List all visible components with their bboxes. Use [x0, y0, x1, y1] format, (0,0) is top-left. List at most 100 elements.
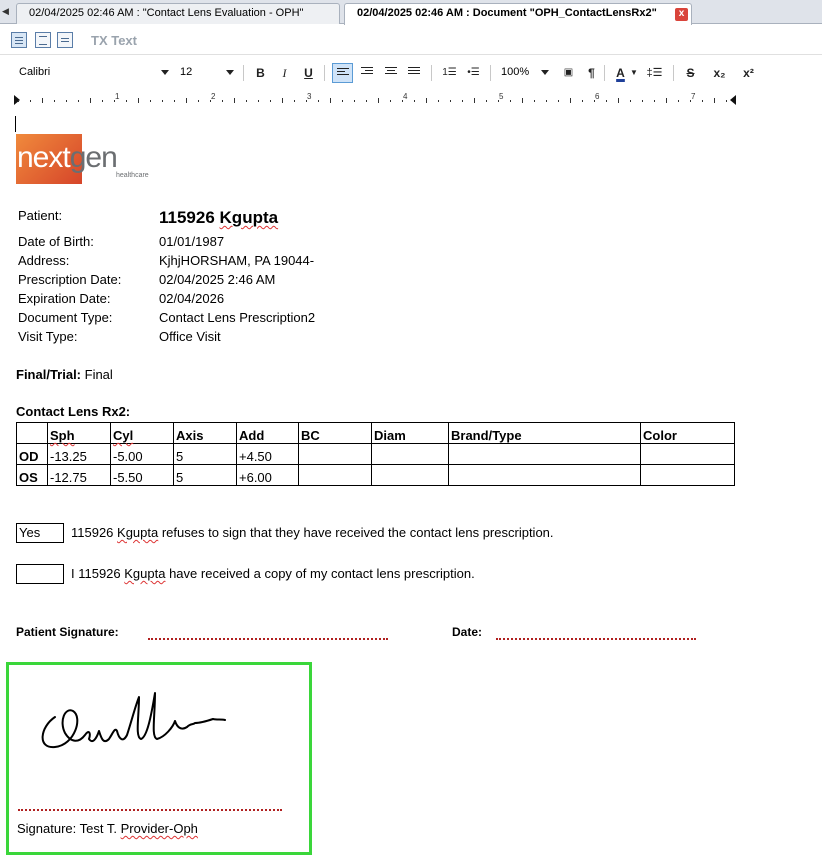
ruler-tick: [318, 100, 319, 102]
ruler-tick: [558, 100, 559, 102]
table-header-row: Sph Cyl Axis Add BC Diam Brand/Type Colo…: [16, 422, 735, 444]
toolbar-divider: [604, 65, 605, 81]
ruler-tick: [354, 100, 355, 102]
strikethrough-button[interactable]: S: [680, 63, 701, 83]
ruler-tick: [402, 100, 403, 102]
bold-button[interactable]: B: [250, 63, 271, 83]
ruler-tick: [42, 98, 43, 103]
ruler-tick: [630, 100, 631, 102]
underline-button[interactable]: U: [298, 63, 319, 83]
ruler-number: 6: [595, 92, 600, 101]
tx-text-label: TX Text: [91, 33, 137, 48]
patient-label: Patient:: [18, 208, 63, 223]
page-layout-icon: ▣: [563, 67, 574, 78]
align-left-button[interactable]: [332, 63, 353, 83]
justify-icon: [408, 67, 420, 78]
address-label: Address:: [18, 253, 70, 268]
ruler-tick: [666, 98, 667, 103]
ruler-tick: [450, 100, 451, 102]
font-family-select[interactable]: Calibri: [14, 63, 172, 82]
ruler-tick: [282, 98, 283, 103]
chevron-down-icon: [541, 70, 549, 75]
ruler-tick: [726, 100, 727, 102]
table-cell: [371, 443, 449, 465]
right-indent-marker-icon[interactable]: [730, 95, 736, 105]
view-mode-bar: TX Text: [0, 25, 822, 55]
handwritten-signature-image: [41, 692, 226, 749]
ruler-tick: [198, 100, 199, 102]
ruler-tick: [690, 100, 691, 102]
font-color-dropdown[interactable]: ▼: [629, 63, 639, 83]
received-copy-field[interactable]: [16, 564, 64, 584]
ruler-tick: [126, 100, 127, 102]
close-tab-icon[interactable]: x: [675, 8, 688, 21]
superscript-button[interactable]: x²: [738, 63, 759, 83]
table-header: Cyl: [110, 422, 174, 444]
ruler-tick: [90, 98, 91, 103]
date-line[interactable]: [496, 638, 696, 640]
ruler-tick: [18, 100, 19, 102]
tab-contact-lens-evaluation[interactable]: 02/04/2025 02:46 AM : "Contact Lens Eval…: [16, 3, 340, 24]
font-color-button[interactable]: A: [610, 63, 631, 83]
ruler-tick: [594, 100, 595, 102]
bulleted-list-button[interactable]: •☰: [463, 63, 484, 83]
patient-signature-line[interactable]: [148, 638, 388, 640]
tab-scroll-left-icon[interactable]: ◀: [2, 4, 12, 18]
normal-view-icon[interactable]: [57, 32, 73, 48]
numbered-list-button[interactable]: 1☰: [439, 63, 460, 83]
align-center-button[interactable]: [381, 63, 402, 83]
header-footer-view-icon[interactable]: [35, 32, 51, 48]
table-row: OS -12.75 -5.50 5 +6.00: [16, 464, 735, 486]
ruler-tick: [510, 100, 511, 102]
table-cell: OS: [16, 464, 48, 486]
document-tab-strip: ◀ 02/04/2025 02:46 AM : "Contact Lens Ev…: [0, 0, 822, 25]
provider-signature-box[interactable]: Signature: Test T. Provider-Oph: [6, 662, 312, 855]
ruler-tick: [114, 100, 115, 102]
patient-name: 115926 Kgupta: [159, 208, 279, 227]
table-cell: [640, 464, 735, 486]
ruler-tick: [426, 98, 427, 103]
italic-button[interactable]: I: [274, 63, 295, 83]
zoom-select[interactable]: 100%: [496, 63, 552, 82]
document-page[interactable]: nextgen healthcare Patient: 115926 Kgupt…: [0, 110, 822, 856]
prescription-date-label: Prescription Date:: [18, 272, 122, 287]
table-header: Sph: [47, 422, 111, 444]
page-view-icon[interactable]: [11, 32, 27, 48]
table-cell: 5: [173, 464, 237, 486]
line-spacing-button[interactable]: ‡☰: [644, 63, 665, 83]
justify-button[interactable]: [404, 63, 425, 83]
ruler-number: 3: [307, 92, 312, 101]
table-cell: [448, 443, 641, 465]
chevron-down-icon: ▼: [630, 68, 638, 77]
numbered-list-icon: 1☰: [442, 67, 457, 78]
bulleted-list-icon: •☰: [467, 67, 480, 78]
subscript-button[interactable]: x₂: [709, 63, 730, 83]
address-value: KjhjHORSHAM, PA 19044-: [159, 253, 315, 268]
table-header: Add: [236, 422, 299, 444]
ruler-tick: [546, 100, 547, 102]
tab-contact-lens-rx2[interactable]: 02/04/2025 02:46 AM : Document "OPH_Cont…: [344, 3, 692, 25]
ruler-tick: [618, 98, 619, 103]
ruler-tick: [150, 100, 151, 102]
refuse-to-sign-field[interactable]: Yes: [16, 523, 64, 543]
contact-lens-rx-table: Sph Cyl Axis Add BC Diam Brand/Type Colo…: [16, 422, 735, 486]
ruler-tick: [66, 100, 67, 102]
expiration-date-value: 02/04/2026: [159, 291, 225, 306]
horizontal-ruler[interactable]: 1 2 3 4 5 6 7: [0, 90, 822, 110]
ruler-tick: [30, 100, 31, 102]
table-header: Brand/Type: [448, 422, 641, 444]
toolbar-divider: [243, 65, 244, 81]
logo-wordmark: nextgen: [17, 141, 118, 174]
toolbar-divider: [490, 65, 491, 81]
ruler-tick: [498, 100, 499, 102]
formatting-toolbar: Calibri 12 B I U 1☰ •☰ 100% ▣ ¶ A ▼ ‡☰ S…: [0, 57, 822, 87]
align-right-button[interactable]: [357, 63, 378, 83]
page-layout-button[interactable]: ▣: [558, 63, 579, 83]
table-header: [16, 422, 48, 444]
line-spacing-icon: ‡☰: [646, 67, 663, 79]
ruler-tick: [378, 98, 379, 103]
table-cell: [448, 464, 641, 486]
ruler-tick: [54, 100, 55, 102]
font-size-select[interactable]: 12: [175, 63, 237, 82]
paragraph-marks-button[interactable]: ¶: [581, 63, 602, 83]
